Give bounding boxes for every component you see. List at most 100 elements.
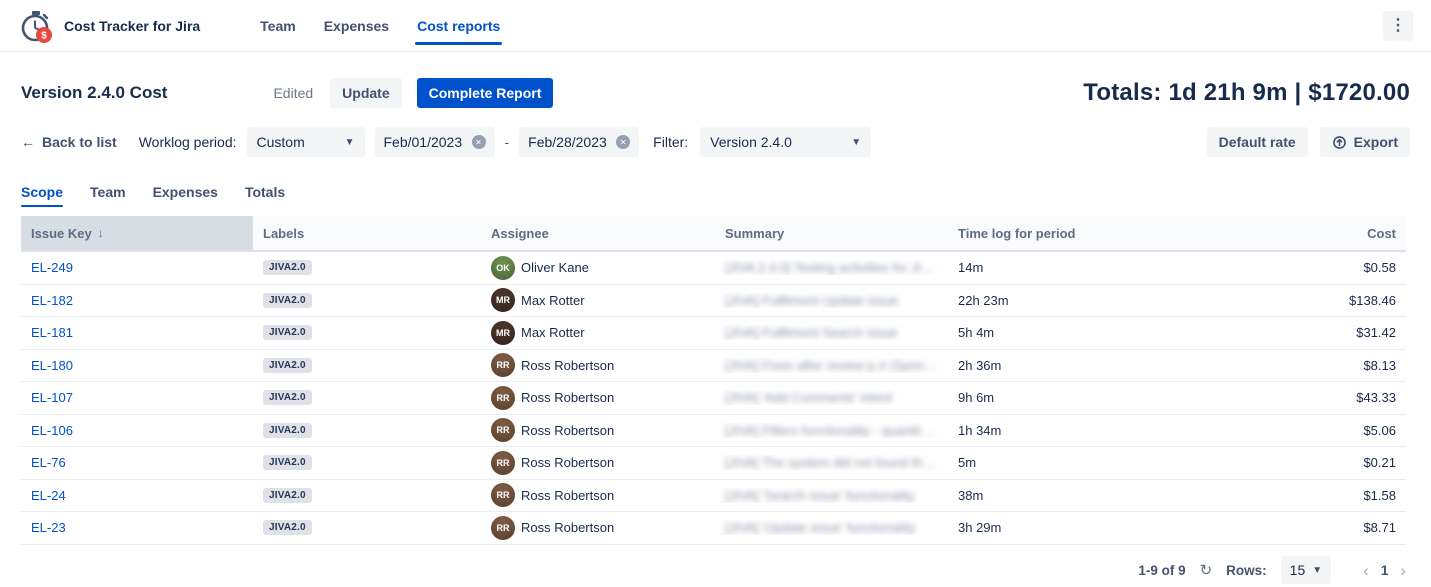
avatar: RR [491, 516, 515, 540]
issue-key-link[interactable]: EL-23 [31, 520, 66, 535]
cost-value: $31.42 [1356, 325, 1396, 340]
cost-value: $1.58 [1363, 488, 1396, 503]
summary-text-redacted: [JIVA] Fulfilment Search issue [725, 325, 897, 340]
issue-key-link[interactable]: EL-249 [31, 260, 73, 275]
date-from-input[interactable]: Feb/01/2023 ✕ [375, 127, 495, 157]
time-header-label: Time log for period [958, 226, 1076, 241]
header-labels[interactable]: Labels [253, 226, 481, 241]
nav-expenses[interactable]: Expenses [310, 0, 403, 51]
labels-cell: JIVA2.0 [253, 520, 481, 535]
header-issue-key[interactable]: Issue Key ↓ [21, 216, 253, 250]
header-assignee[interactable]: Assignee [481, 226, 715, 241]
nav-cost-reports[interactable]: Cost reports [403, 0, 514, 51]
back-arrow-icon: ← [21, 134, 35, 150]
issue-key-link[interactable]: EL-24 [31, 488, 66, 503]
issue-key-link[interactable]: EL-182 [31, 293, 73, 308]
assignee-header-label: Assignee [491, 226, 549, 241]
header-cost[interactable]: Cost [1174, 226, 1406, 241]
rows-per-page-select[interactable]: 15 ▼ [1281, 556, 1331, 584]
export-label: Export [1354, 134, 1398, 150]
avatar: RR [491, 451, 515, 475]
scope-table: Issue Key ↓ Labels Assignee Summary Time… [21, 216, 1406, 545]
tab-scope[interactable]: Scope [21, 184, 63, 207]
tab-totals[interactable]: Totals [245, 184, 285, 207]
label-badge: JIVA2.0 [263, 260, 312, 275]
time-cell: 9h 6m [948, 390, 1174, 405]
time-logged: 3h 29m [958, 520, 1001, 535]
table-row[interactable]: EL-181 JIVA2.0 MR Max Rotter [JIVA] Fulf… [21, 317, 1406, 350]
assignee-name: Ross Robertson [521, 455, 614, 470]
time-cell: 5h 4m [948, 325, 1174, 340]
report-header: Version 2.4.0 Cost Edited Update Complet… [21, 76, 1410, 110]
previous-page-icon[interactable]: ‹ [1363, 562, 1369, 579]
cost-cell: $31.42 [1174, 325, 1406, 340]
summary-text-redacted: [JIVA 2.4.0] Testing activities for JIVA… [725, 260, 938, 275]
cost-header-label: Cost [1367, 226, 1396, 241]
top-bar: $ Cost Tracker for Jira Team Expenses Co… [0, 0, 1431, 52]
issue-key-link[interactable]: EL-181 [31, 325, 73, 340]
summary-cell: [JIVA] Fulfilment Update issue [715, 293, 948, 308]
cost-value: $0.21 [1363, 455, 1396, 470]
worklog-period-value: Custom [257, 134, 305, 150]
time-logged: 1h 34m [958, 423, 1001, 438]
header-summary[interactable]: Summary [715, 226, 948, 241]
clear-date-from-icon[interactable]: ✕ [472, 135, 486, 149]
version-filter-select[interactable]: Version 2.4.0 ▼ [700, 127, 871, 157]
default-rate-button[interactable]: Default rate [1207, 127, 1308, 157]
cost-cell: $8.13 [1174, 358, 1406, 373]
cost-value: $5.06 [1363, 423, 1396, 438]
table-row[interactable]: EL-107 JIVA2.0 RR Ross Robertson [JIVA] … [21, 382, 1406, 415]
issue-key-cell: EL-76 [21, 455, 253, 470]
table-row[interactable]: EL-106 JIVA2.0 RR Ross Robertson [JIVA] … [21, 415, 1406, 448]
page-title: Version 2.4.0 Cost [21, 83, 167, 103]
filter-bar: ← Back to list Worklog period: Custom ▼ … [21, 126, 1410, 158]
issue-key-link[interactable]: EL-106 [31, 423, 73, 438]
avatar: RR [491, 353, 515, 377]
summary-cell: [JIVA] Filters functionality - quantity … [715, 423, 948, 438]
issue-key-cell: EL-106 [21, 423, 253, 438]
assignee-cell: OK Oliver Kane [481, 256, 715, 280]
table-row[interactable]: EL-24 JIVA2.0 RR Ross Robertson [JIVA] '… [21, 480, 1406, 513]
nav-team[interactable]: Team [246, 0, 310, 51]
back-to-list-button[interactable]: ← Back to list [21, 128, 125, 156]
assignee-cell: RR Ross Robertson [481, 483, 715, 507]
summary-text-redacted: [JIVA] 'Update issue' functionality [725, 520, 915, 535]
clear-date-to-icon[interactable]: ✕ [616, 135, 630, 149]
time-cell: 14m [948, 260, 1174, 275]
cost-value: $0.58 [1363, 260, 1396, 275]
update-button[interactable]: Update [330, 78, 401, 108]
issue-key-link[interactable]: EL-76 [31, 455, 66, 470]
table-body: EL-249 JIVA2.0 OK Oliver Kane [JIVA 2.4.… [21, 252, 1406, 545]
refresh-icon[interactable]: ↻ [1200, 561, 1213, 579]
table-row[interactable]: EL-76 JIVA2.0 RR Ross Robertson [JIVA] T… [21, 447, 1406, 480]
more-options-button[interactable]: ⋮ [1383, 11, 1413, 41]
avatar: RR [491, 418, 515, 442]
complete-report-button[interactable]: Complete Report [417, 78, 554, 108]
label-badge: JIVA2.0 [263, 455, 312, 470]
time-logged: 14m [958, 260, 983, 275]
issue-key-link[interactable]: EL-107 [31, 390, 73, 405]
date-to-input[interactable]: Feb/28/2023 ✕ [519, 127, 639, 157]
main-content: Version 2.4.0 Cost Edited Update Complet… [0, 76, 1431, 587]
tab-expenses[interactable]: Expenses [153, 184, 218, 207]
assignee-cell: RR Ross Robertson [481, 451, 715, 475]
tab-team[interactable]: Team [90, 184, 126, 207]
table-row[interactable]: EL-180 JIVA2.0 RR Ross Robertson [JIVA] … [21, 350, 1406, 383]
labels-header-label: Labels [263, 226, 304, 241]
labels-cell: JIVA2.0 [253, 325, 481, 340]
issue-key-cell: EL-182 [21, 293, 253, 308]
table-row[interactable]: EL-249 JIVA2.0 OK Oliver Kane [JIVA 2.4.… [21, 252, 1406, 285]
next-page-icon[interactable]: › [1400, 562, 1406, 579]
worklog-period-label: Worklog period: [139, 134, 237, 150]
top-navigation: Team Expenses Cost reports [246, 0, 514, 51]
summary-text-redacted: [JIVA] Filters functionality - quantity … [725, 423, 938, 438]
table-row[interactable]: EL-23 JIVA2.0 RR Ross Robertson [JIVA] '… [21, 512, 1406, 545]
table-row[interactable]: EL-182 JIVA2.0 MR Max Rotter [JIVA] Fulf… [21, 285, 1406, 318]
assignee-name: Ross Robertson [521, 488, 614, 503]
worklog-period-select[interactable]: Custom ▼ [247, 127, 365, 157]
issue-key-link[interactable]: EL-180 [31, 358, 73, 373]
header-time[interactable]: Time log for period [948, 226, 1174, 241]
issue-key-cell: EL-249 [21, 260, 253, 275]
labels-cell: JIVA2.0 [253, 423, 481, 438]
export-button[interactable]: Export [1320, 127, 1410, 157]
